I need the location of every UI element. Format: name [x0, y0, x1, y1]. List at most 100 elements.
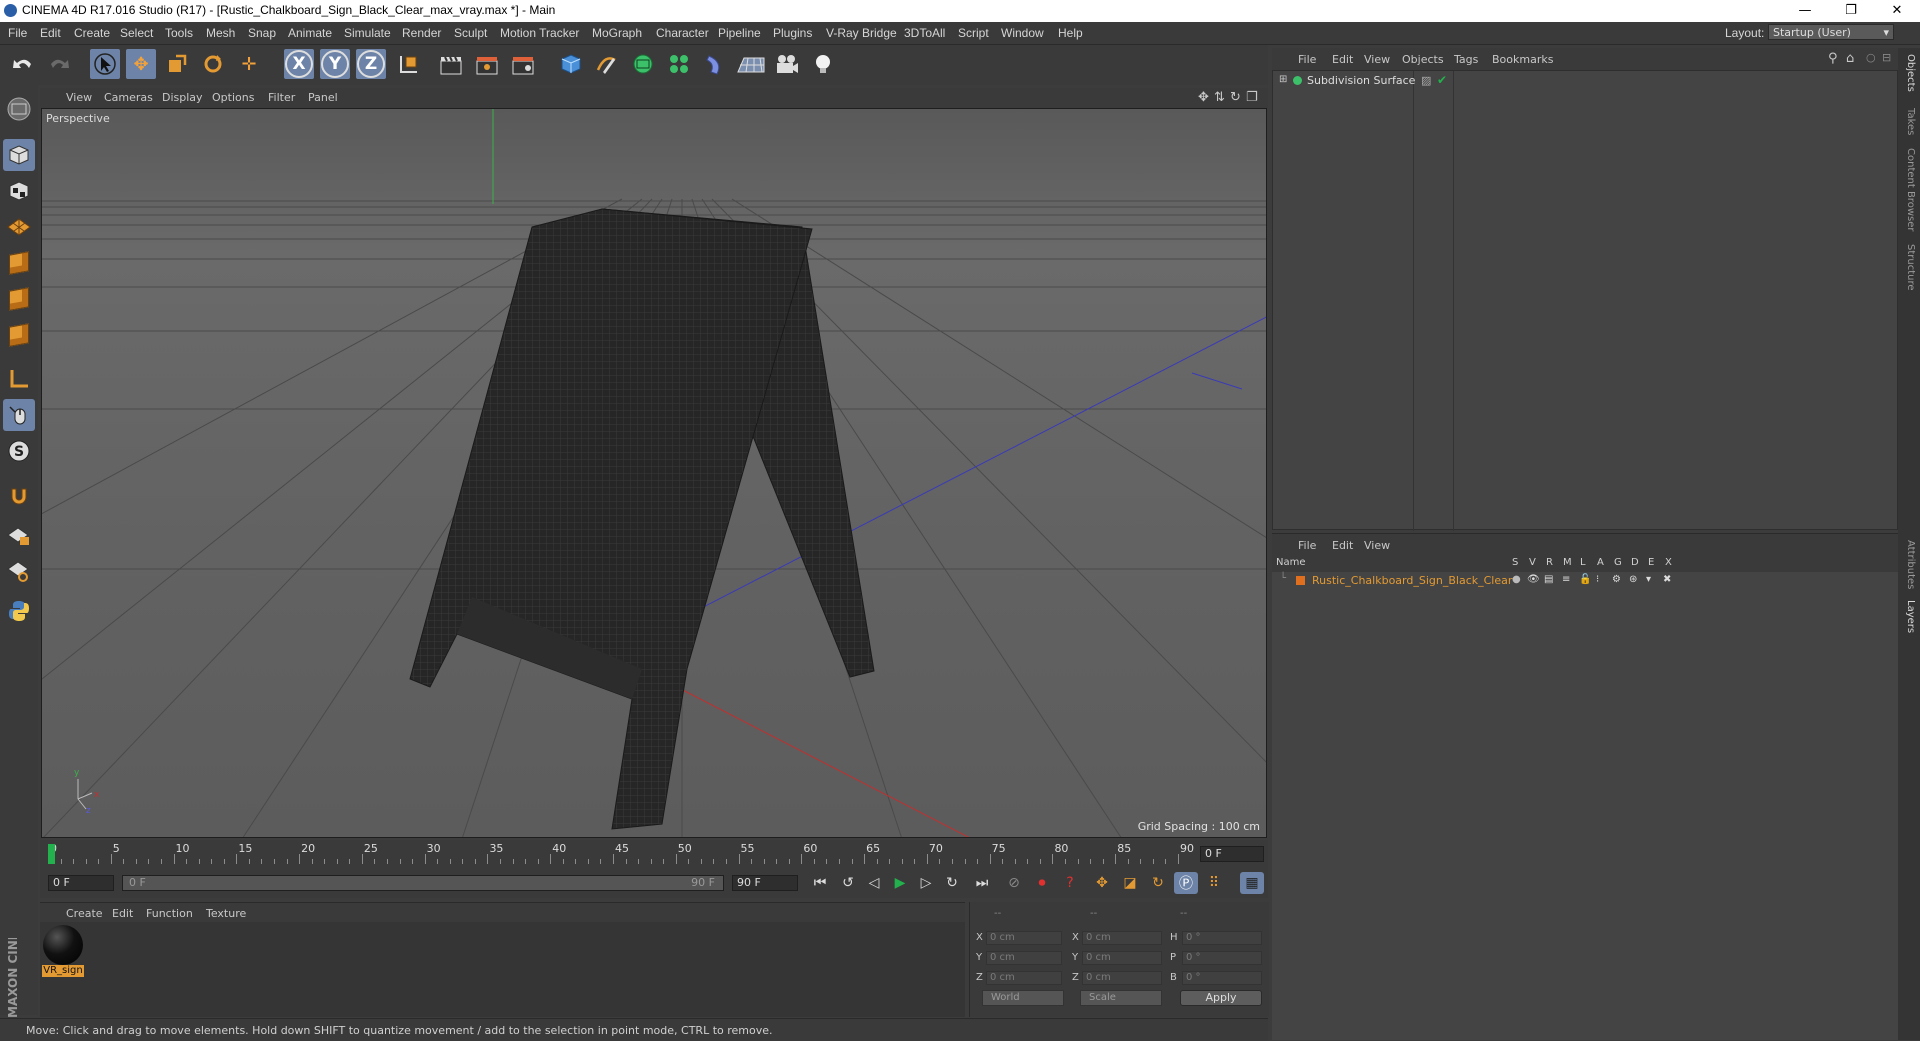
timeline-ruler[interactable]: 051015202530354045505560657075808590 0 F — [40, 840, 1268, 868]
layer-row[interactable]: └ Rustic_Chalkboard_Sign_Black_Clear ● 👁… — [1272, 573, 1898, 589]
viewport-maximize-icon[interactable]: ❐ — [1246, 90, 1258, 105]
magnet-button[interactable] — [3, 481, 35, 513]
menu-script[interactable]: Script — [958, 26, 989, 40]
coordinate-mode-select[interactable]: World — [982, 990, 1064, 1006]
home-icon[interactable]: ⌂ — [1846, 51, 1854, 66]
menu-mograph[interactable]: MoGraph — [592, 26, 642, 40]
render-clapper-icon[interactable]: ▤ — [1544, 574, 1553, 585]
menu-render[interactable]: Render — [402, 26, 441, 40]
rotate-tool-button[interactable] — [198, 49, 228, 79]
light-button[interactable] — [808, 49, 838, 79]
menu-file[interactable]: File — [8, 26, 27, 40]
menu-3dtoall[interactable]: 3DToAll — [904, 26, 945, 40]
previous-frame-button[interactable]: ◁ — [862, 872, 886, 894]
tweak-mode-button[interactable] — [3, 399, 35, 431]
x-axis-button[interactable]: X — [284, 49, 314, 79]
key-scale-button[interactable]: ◪ — [1118, 872, 1142, 894]
go-to-start-button[interactable]: ⏮ — [808, 872, 832, 894]
locked-workplane-button[interactable] — [3, 519, 35, 551]
manager-icon[interactable]: ≡ — [1562, 574, 1570, 585]
viewport-menu-filter[interactable]: Filter — [268, 91, 295, 104]
minimize-panel-icon[interactable]: ○ — [1866, 51, 1876, 64]
material-menu-texture[interactable]: Texture — [206, 907, 246, 920]
y-axis-button[interactable]: Y — [320, 49, 350, 79]
deformers-icon[interactable]: ⊛ — [1629, 574, 1637, 585]
viewport-zoom-icon[interactable]: ⇅ — [1214, 90, 1225, 105]
minimize-button[interactable]: — — [1782, 0, 1828, 22]
cube-object-button[interactable] — [556, 49, 586, 79]
menu-select[interactable]: Select — [120, 26, 153, 40]
rotation-b-field[interactable]: 0 ° — [1182, 971, 1262, 985]
apply-button[interactable]: Apply — [1180, 990, 1262, 1006]
move-tool-button[interactable]: ✥ — [126, 49, 156, 79]
live-selection-button[interactable] — [90, 49, 120, 79]
previous-key-button[interactable]: ↺ — [836, 872, 860, 894]
tab-objects[interactable]: Objects — [1902, 54, 1916, 92]
menu-edit[interactable]: Edit — [40, 26, 61, 40]
perspective-viewport[interactable]: y x z Perspective Grid Spacing : 100 cm — [41, 108, 1267, 838]
camera-button[interactable] — [772, 49, 802, 79]
object-row[interactable]: ⊞ Subdivision Surface ▨ ✔ — [1277, 73, 1697, 89]
restore-button[interactable]: ❐ — [1828, 0, 1874, 22]
planar-workplane-button[interactable] — [3, 555, 35, 587]
position-x-field[interactable]: 0 cm — [986, 931, 1062, 945]
edit-visibility-icon[interactable]: ▨ — [1421, 74, 1431, 87]
menu-create[interactable]: Create — [74, 26, 110, 40]
viewport-move-icon[interactable]: ✥ — [1198, 90, 1209, 105]
enabled-check-icon[interactable]: ✔ — [1437, 73, 1447, 87]
key-parameter-button[interactable]: Ⓟ — [1174, 872, 1198, 894]
menu-help[interactable]: Help — [1058, 26, 1083, 40]
current-frame-field[interactable]: 0 F — [1200, 846, 1264, 862]
position-y-field[interactable]: 0 cm — [986, 951, 1062, 965]
position-z-field[interactable]: 0 cm — [986, 971, 1062, 985]
timeline-window-button[interactable]: ▦ — [1240, 872, 1264, 894]
menu-sculpt[interactable]: Sculpt — [454, 26, 487, 40]
size-z-field[interactable]: 0 cm — [1082, 971, 1162, 985]
start-frame-field[interactable]: 0 F — [48, 875, 114, 891]
viewport-menu-view[interactable]: View — [66, 91, 92, 104]
menu-plugins[interactable]: Plugins — [773, 26, 812, 40]
keyframe-selection-button[interactable]: ? — [1058, 872, 1082, 894]
snap-button[interactable]: S — [3, 435, 35, 467]
key-rotation-button[interactable]: ↻ — [1146, 872, 1170, 894]
material-swatch[interactable]: VR_sign — [42, 925, 84, 977]
rotation-h-field[interactable]: 0 ° — [1182, 931, 1262, 945]
layout-select[interactable]: Startup (User) ▾ — [1768, 24, 1894, 40]
mograph-cloner-button[interactable] — [664, 49, 694, 79]
menu-window[interactable]: Window — [1001, 26, 1044, 40]
viewport-menu-cameras[interactable]: Cameras — [104, 91, 153, 104]
tab-content-browser[interactable]: Content Browser — [1902, 148, 1916, 231]
generators-icon[interactable]: ⚙ — [1612, 574, 1621, 585]
material-menu-edit[interactable]: Edit — [112, 907, 133, 920]
tab-takes[interactable]: Takes — [1902, 108, 1916, 135]
material-menu-function[interactable]: Function — [146, 907, 193, 920]
viewport-menu-options[interactable]: Options — [212, 91, 254, 104]
menu-vray-bridge[interactable]: V-Ray Bridge — [826, 26, 897, 40]
layers-menu-file[interactable]: File — [1298, 539, 1316, 552]
objects-menu-objects[interactable]: Objects — [1402, 53, 1444, 66]
maximize-panel-icon[interactable]: ⊟ — [1882, 51, 1891, 64]
render-picture-viewer-button[interactable] — [472, 49, 502, 79]
xref-icon[interactable]: ✖ — [1663, 574, 1671, 585]
menu-simulate[interactable]: Simulate — [344, 26, 391, 40]
axis-mode-button[interactable] — [3, 363, 35, 395]
objects-menu-edit[interactable]: Edit — [1332, 53, 1353, 66]
objects-menu-file[interactable]: File — [1298, 53, 1316, 66]
recent-tool-button[interactable]: ✛ — [234, 49, 264, 79]
objects-menu-tags[interactable]: Tags — [1454, 53, 1478, 66]
menu-character[interactable]: Character — [656, 26, 709, 40]
layer-color-swatch[interactable] — [1296, 576, 1305, 585]
tab-structure[interactable]: Structure — [1902, 244, 1916, 291]
autokey-button[interactable]: ⏺ — [1030, 872, 1054, 894]
animation-icon[interactable]: ⁝ — [1596, 574, 1599, 585]
z-axis-button[interactable]: Z — [356, 49, 386, 79]
objects-menu-view[interactable]: View — [1364, 53, 1390, 66]
edges-mode-button[interactable] — [3, 283, 35, 315]
viewport-menu-panel[interactable]: Panel — [308, 91, 338, 104]
python-button[interactable] — [3, 595, 35, 627]
viewport-menu-display[interactable]: Display — [162, 91, 203, 104]
size-y-field[interactable]: 0 cm — [1082, 951, 1162, 965]
texture-mode-button[interactable] — [3, 175, 35, 207]
end-frame-field[interactable]: 90 F — [732, 875, 798, 891]
menu-motion-tracker[interactable]: Motion Tracker — [500, 26, 579, 40]
